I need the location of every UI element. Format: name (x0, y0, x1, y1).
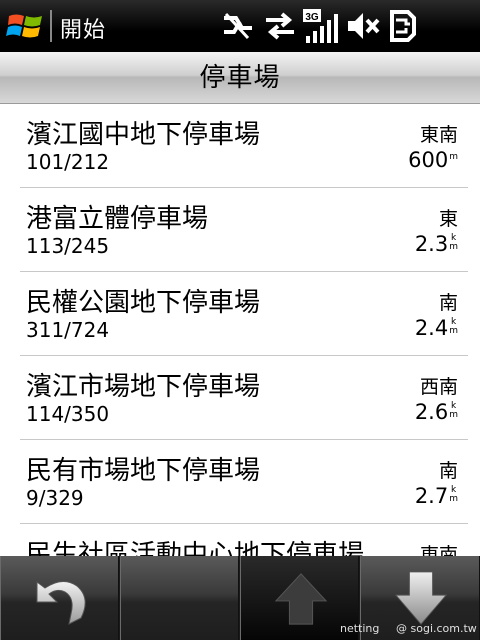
parking-name: 濱江國中地下停車場 (26, 120, 261, 150)
battery-charging-icon[interactable] (384, 8, 420, 44)
distance-value: 2.6 (414, 400, 449, 424)
arrow-up-icon (274, 573, 328, 625)
list-item[interactable]: 民生社區活動中心地下停車場 東南 (20, 524, 468, 556)
page-title: 停車場 (199, 63, 281, 93)
title-bar: 停車場 (0, 52, 480, 104)
distance-unit: km (449, 401, 458, 420)
arrow-down-icon (394, 571, 448, 625)
start-label: 開始 (60, 18, 107, 43)
parking-direction: 東南 (419, 544, 458, 556)
watermark-left: netting (340, 622, 380, 635)
distance-value: 2.4 (414, 316, 449, 340)
distance-unit: km (449, 317, 458, 336)
parking-distance: 600m (408, 148, 458, 172)
list-item[interactable]: 濱江國中地下停車場 101/212 東南 600m (20, 104, 468, 188)
windows-flag-icon (6, 14, 42, 38)
parking-direction: 南 (438, 292, 458, 314)
network-label: 3G (305, 12, 319, 23)
back-button[interactable] (0, 556, 119, 640)
parking-availability: 311/724 (26, 318, 110, 342)
parking-direction: 東南 (419, 124, 458, 146)
start-separator (50, 10, 52, 42)
list-item[interactable]: 民有市場地下停車場 9/329 南 2.7 k m (20, 440, 468, 524)
back-icon (36, 581, 86, 625)
data-arrows-icon[interactable] (262, 8, 298, 44)
parking-direction: 西南 (419, 376, 458, 398)
parking-distance: 2.6 k m (415, 400, 458, 424)
empty-button[interactable] (120, 556, 239, 640)
parking-name: 濱江市場地下停車場 (26, 372, 261, 402)
watermark-right: @ sogi.com.tw (396, 622, 477, 635)
distance-value: 2.7 (414, 484, 449, 508)
distance-unit: km (449, 485, 458, 504)
parking-direction: 東 (438, 208, 458, 230)
parking-availability: 114/350 (26, 402, 110, 426)
distance-value: 600 (408, 148, 449, 172)
parking-distance: 2.4 k m (415, 316, 458, 340)
distance-value: 2.3 (414, 232, 449, 256)
3g-signal-icon[interactable]: 3G (302, 8, 342, 44)
parking-availability: 9/329 (26, 486, 84, 510)
parking-name: 港富立體停車場 (26, 204, 209, 234)
status-bar: 開始 3G (0, 0, 480, 52)
parking-list[interactable]: 濱江國中地下停車場 101/212 東南 600m 港富立體停車場 113/24… (0, 104, 480, 556)
parking-direction: 南 (438, 460, 458, 482)
distance-unit: km (449, 233, 458, 252)
volume-mute-icon[interactable] (346, 8, 380, 44)
parking-distance: 2.3 k m (415, 232, 458, 256)
distance-unit: m (449, 152, 458, 162)
list-item[interactable]: 港富立體停車場 113/245 東 2.3 k m (20, 188, 468, 272)
parking-name: 民生社區活動中心地下停車場 (26, 540, 365, 556)
parking-distance: 2.7 k m (415, 484, 458, 508)
list-item[interactable]: 民權公園地下停車場 311/724 南 2.4 k m (20, 272, 468, 356)
parking-name: 民權公園地下停車場 (26, 288, 261, 318)
sync-off-icon[interactable] (218, 8, 258, 44)
parking-availability: 113/245 (26, 234, 110, 258)
list-item[interactable]: 濱江市場地下停車場 114/350 西南 2.6 k m (20, 356, 468, 440)
start-button[interactable]: 開始 (0, 0, 150, 52)
status-icons: 3G (218, 8, 428, 44)
parking-name: 民有市場地下停車場 (26, 456, 261, 486)
parking-availability: 101/212 (26, 150, 110, 174)
